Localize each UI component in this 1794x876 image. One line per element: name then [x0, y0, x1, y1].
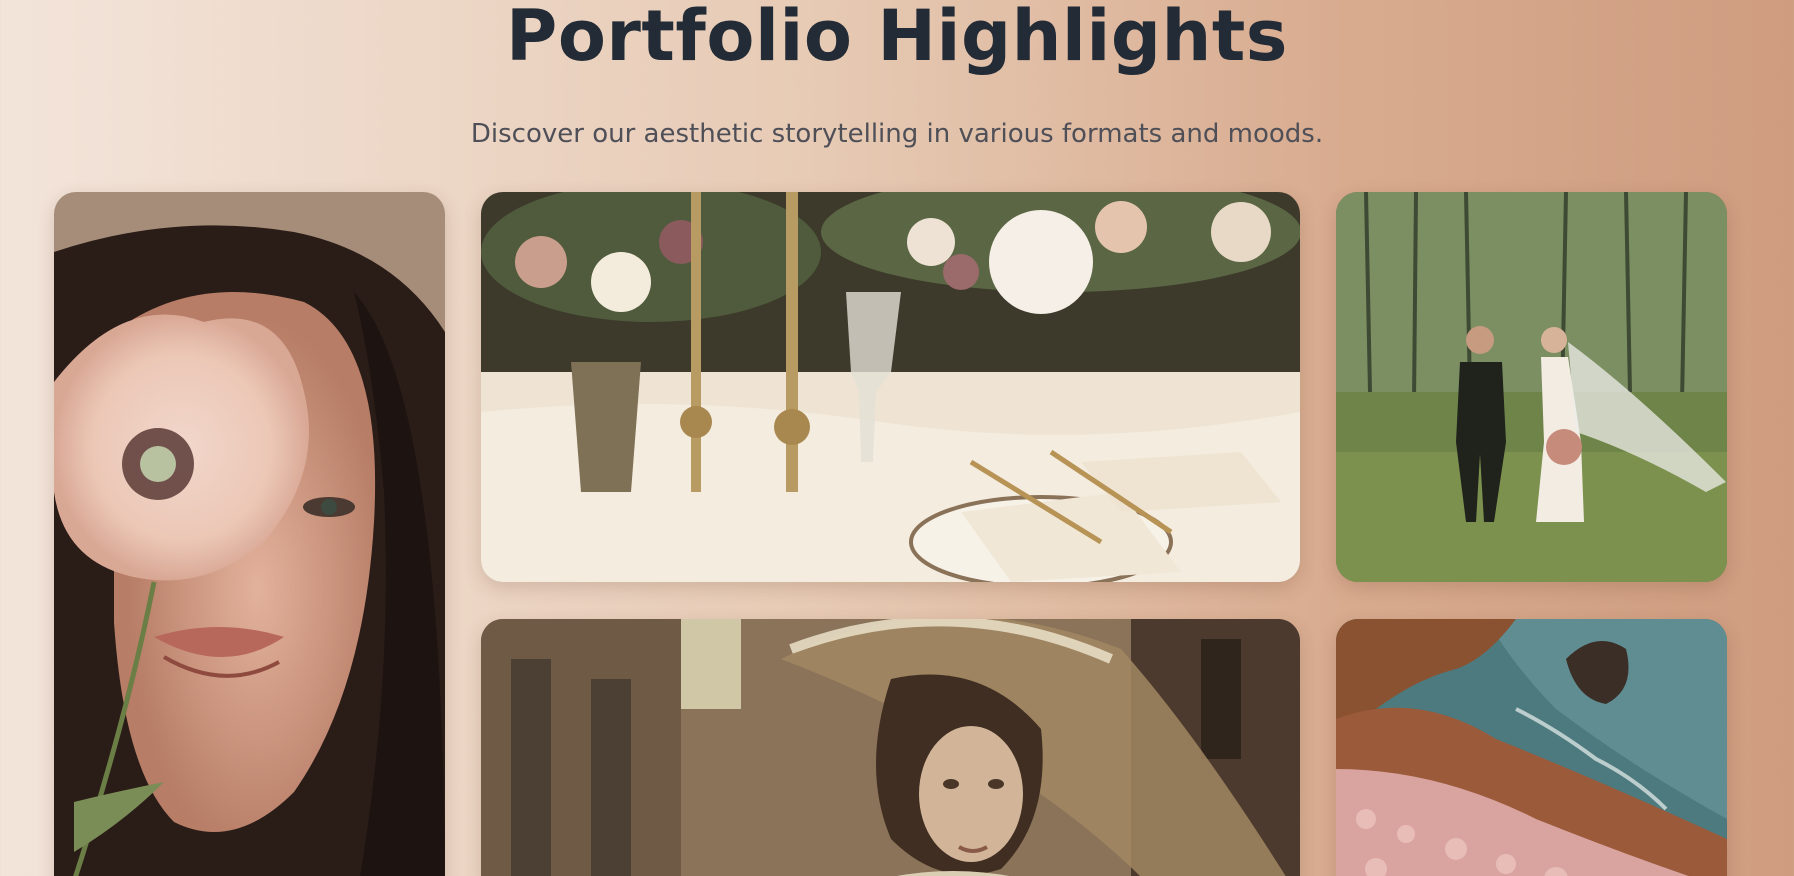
page-title: Portfolio Highlights: [506, 0, 1288, 77]
couple-in-forest-photo: [1336, 192, 1727, 582]
gallery-item-portrait[interactable]: [54, 192, 445, 876]
gallery-item-table-setting[interactable]: [481, 192, 1300, 582]
gallery-item-coast[interactable]: [1336, 619, 1727, 876]
gallery-item-parasol-portrait[interactable]: [481, 619, 1300, 876]
portfolio-section: Portfolio Highlights Discover our aesthe…: [0, 0, 1794, 876]
page-subtitle: Discover our aesthetic storytelling in v…: [470, 119, 1324, 149]
lady-with-lace-parasol-photo: [481, 619, 1300, 876]
gallery-item-couple[interactable]: [1336, 192, 1727, 582]
coastal-cliffs-flowers-photo: [1336, 619, 1727, 876]
portrait-with-poppy-photo: [54, 192, 445, 876]
wedding-table-setting-photo: [481, 192, 1300, 582]
